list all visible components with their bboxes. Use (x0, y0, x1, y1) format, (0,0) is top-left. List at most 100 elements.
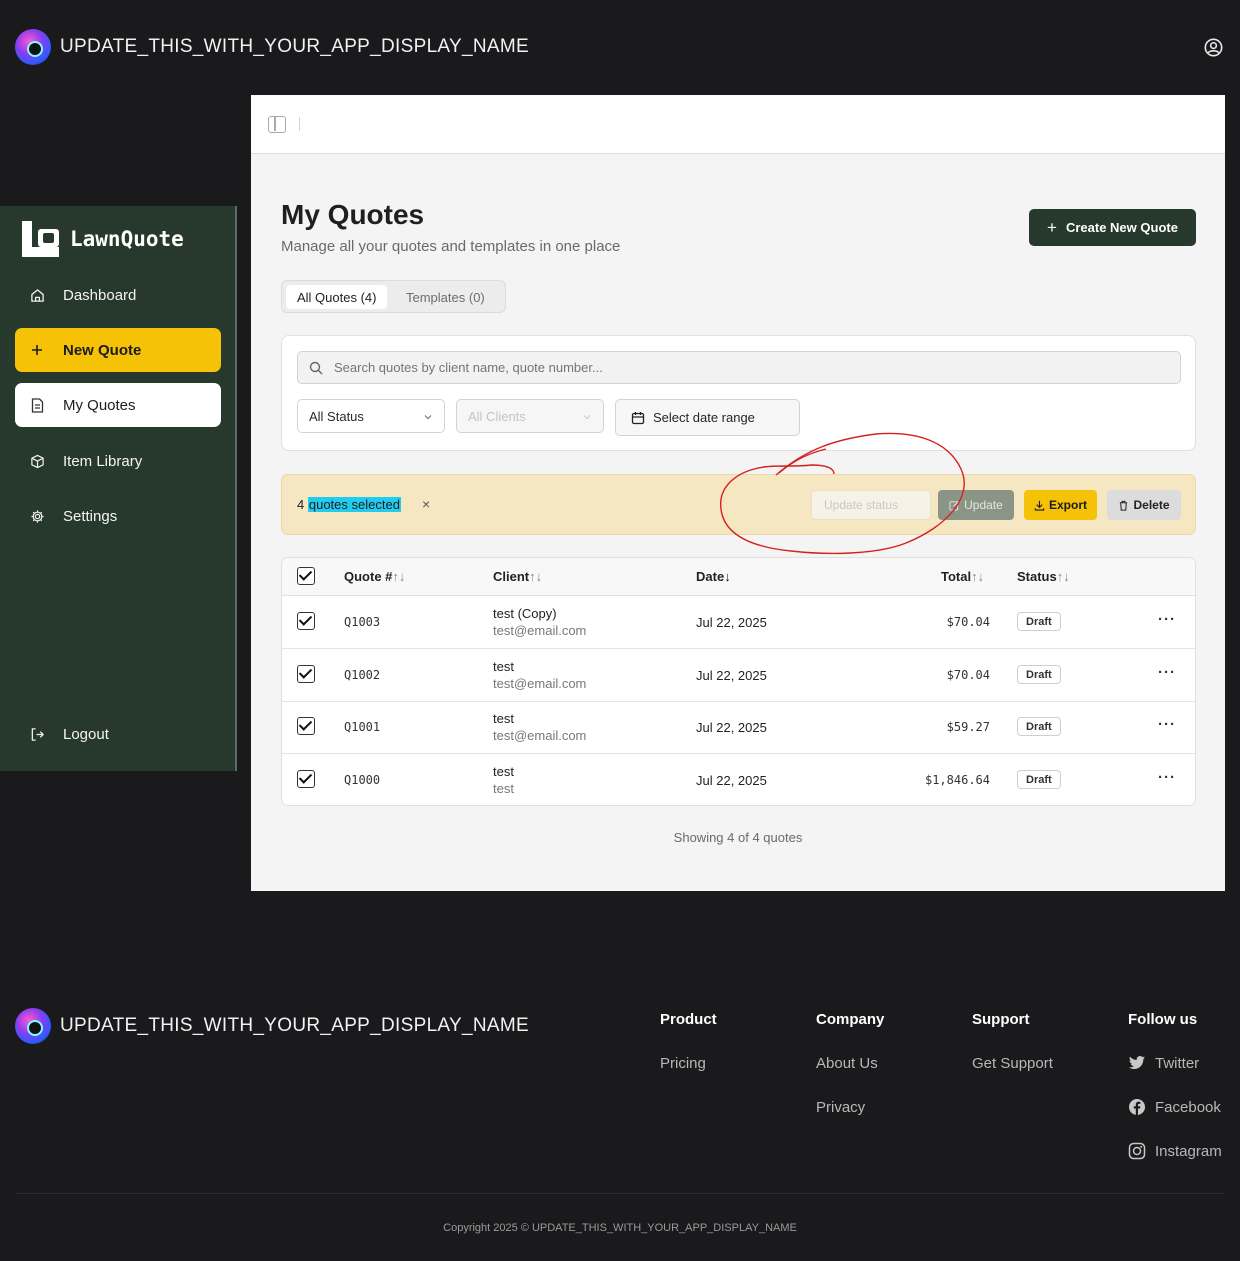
selected-count: 4 quotes selected (297, 497, 401, 512)
sidebar-toggle-icon[interactable] (268, 116, 286, 133)
app-display-name[interactable]: UPDATE_THIS_WITH_YOUR_APP_DISPLAY_NAME (60, 36, 529, 58)
column-client[interactable]: Client↑↓ (493, 569, 542, 584)
column-total[interactable]: Total↑↓ (941, 569, 984, 584)
app-logo[interactable] (15, 29, 51, 65)
pagination-summary: Showing 4 of 4 quotes (673, 830, 803, 845)
sidebar-item-new-quote[interactable]: New Quote (15, 328, 221, 372)
status-badge: Draft (1017, 665, 1061, 684)
column-status[interactable]: Status↑↓ (1017, 569, 1070, 584)
footer-link-privacy[interactable]: Privacy (816, 1098, 884, 1116)
quote-date: Jul 22, 2025 (696, 615, 767, 630)
footer-app-name[interactable]: UPDATE_THIS_WITH_YOUR_APP_DISPLAY_NAME (60, 1015, 529, 1037)
more-actions-icon[interactable]: ··· (1158, 769, 1176, 786)
footer-column-title: Product (660, 1011, 717, 1028)
table-row[interactable]: Q1000 test test Jul 22, 2025 $1,846.64 Dr… (282, 754, 1195, 805)
brand[interactable]: LawnQuote (22, 221, 184, 257)
footer-link-pricing[interactable]: Pricing (660, 1054, 717, 1072)
header-divider (299, 117, 300, 131)
date-range-button[interactable]: Select date range (615, 399, 800, 436)
create-new-quote-button[interactable]: + Create New Quote (1029, 209, 1196, 246)
table-row[interactable]: Q1001 test test@email.com Jul 22, 2025 $5… (282, 701, 1195, 754)
footer-column-follow-us: Follow us Twitter Facebook Instagram (1128, 1011, 1222, 1186)
delete-button[interactable]: Delete (1107, 490, 1181, 520)
quote-number: Q1001 (344, 720, 381, 734)
client-name: test (493, 711, 514, 726)
user-account-icon[interactable] (1204, 38, 1223, 57)
sort-icon: ↑↓ (529, 569, 543, 584)
logout-icon (29, 726, 45, 742)
column-label: Total (941, 569, 972, 584)
client-name: test (493, 659, 514, 674)
gear-icon (29, 508, 45, 524)
edit-icon (949, 500, 960, 511)
sidebar: LawnQuote Dashboard New Quote My Quotes … (0, 206, 237, 771)
tab-all-quotes[interactable]: All Quotes (4) (286, 285, 388, 309)
more-actions-icon[interactable]: ··· (1158, 716, 1176, 733)
main-panel: My Quotes Manage all your quotes and tem… (251, 95, 1225, 891)
row-checkbox[interactable] (297, 665, 315, 683)
row-checkbox[interactable] (297, 770, 315, 788)
chevron-down-icon (424, 415, 432, 420)
column-label: Date (696, 569, 725, 584)
top-bar: UPDATE_THIS_WITH_YOUR_APP_DISPLAY_NAME (0, 0, 1240, 95)
trash-icon (1120, 500, 1128, 511)
select-all-checkbox[interactable] (297, 567, 315, 585)
page-title: My Quotes (281, 199, 425, 230)
footer-link-facebook[interactable]: Facebook (1128, 1098, 1222, 1116)
search-icon (309, 361, 323, 375)
client-email: test@email.com (493, 623, 587, 638)
search-input[interactable] (334, 352, 1154, 383)
home-icon (29, 287, 45, 303)
footer-column-title: Company (816, 1011, 885, 1028)
footer-link-get-support[interactable]: Get Support (972, 1054, 1053, 1072)
status-filter-select[interactable]: All Status (297, 399, 445, 433)
more-actions-icon[interactable]: ··· (1158, 611, 1176, 628)
sidebar-item-label: Dashboard (63, 286, 137, 304)
twitter-icon (1129, 1056, 1145, 1069)
date-range-label: Select date range (653, 410, 755, 425)
row-checkbox[interactable] (297, 612, 315, 630)
sort-icon: ↑↓ (392, 569, 406, 584)
sort-desc-icon: ↓ (724, 569, 731, 584)
sidebar-item-my-quotes[interactable]: My Quotes (15, 383, 221, 427)
row-checkbox[interactable] (297, 717, 315, 735)
clear-selection-button[interactable]: × (422, 496, 430, 512)
column-date[interactable]: Date↓ (696, 569, 731, 584)
sidebar-item-label: New Quote (63, 341, 142, 359)
column-quote-number[interactable]: Quote #↑↓ (344, 569, 405, 584)
footer-link-about-us[interactable]: About Us (816, 1054, 884, 1072)
table-header: Quote #↑↓ Client↑↓ Date↓ Total↑↓ Status↑… (282, 558, 1195, 596)
facebook-icon (1129, 1099, 1145, 1115)
plus-icon (29, 342, 45, 358)
tab-templates[interactable]: Templates (0) (395, 285, 496, 309)
more-actions-icon[interactable]: ··· (1158, 664, 1176, 681)
plus-icon: + (1047, 217, 1057, 237)
sidebar-item-settings[interactable]: Settings (15, 494, 221, 538)
instagram-icon (1128, 1142, 1146, 1160)
footer-app-logo[interactable] (15, 1008, 51, 1044)
sidebar-item-label: My Quotes (63, 396, 136, 414)
table-row[interactable]: Q1003 test (Copy) test@email.com Jul 22, … (282, 596, 1195, 649)
client-email: test@email.com (493, 676, 587, 691)
update-button[interactable]: Update (938, 490, 1014, 520)
page-subtitle: Manage all your quotes and templates in … (281, 238, 621, 255)
column-label: Quote # (344, 569, 393, 584)
search-box (297, 351, 1181, 384)
sidebar-item-item-library[interactable]: Item Library (15, 439, 221, 483)
update-status-select[interactable]: Update status (811, 490, 931, 520)
export-button[interactable]: Export (1024, 490, 1097, 520)
status-badge: Draft (1017, 612, 1061, 631)
download-icon (1034, 500, 1045, 511)
selected-count-text: quotes selected (307, 497, 401, 512)
sidebar-item-dashboard[interactable]: Dashboard (15, 273, 221, 317)
sidebar-item-logout[interactable]: Logout (15, 712, 221, 756)
quote-number: Q1002 (344, 668, 381, 682)
footer-link-instagram[interactable]: Instagram (1128, 1142, 1222, 1160)
quote-number: Q1000 (344, 773, 381, 787)
quote-tabs: All Quotes (4) Templates (0) (281, 280, 506, 313)
logout-label: Logout (63, 725, 109, 743)
clients-filter-select[interactable]: All Clients (456, 399, 604, 433)
footer-link-twitter[interactable]: Twitter (1128, 1054, 1222, 1072)
footer-column-title: Follow us (1128, 1011, 1198, 1028)
table-row[interactable]: Q1002 test test@email.com Jul 22, 2025 $7… (282, 649, 1195, 702)
